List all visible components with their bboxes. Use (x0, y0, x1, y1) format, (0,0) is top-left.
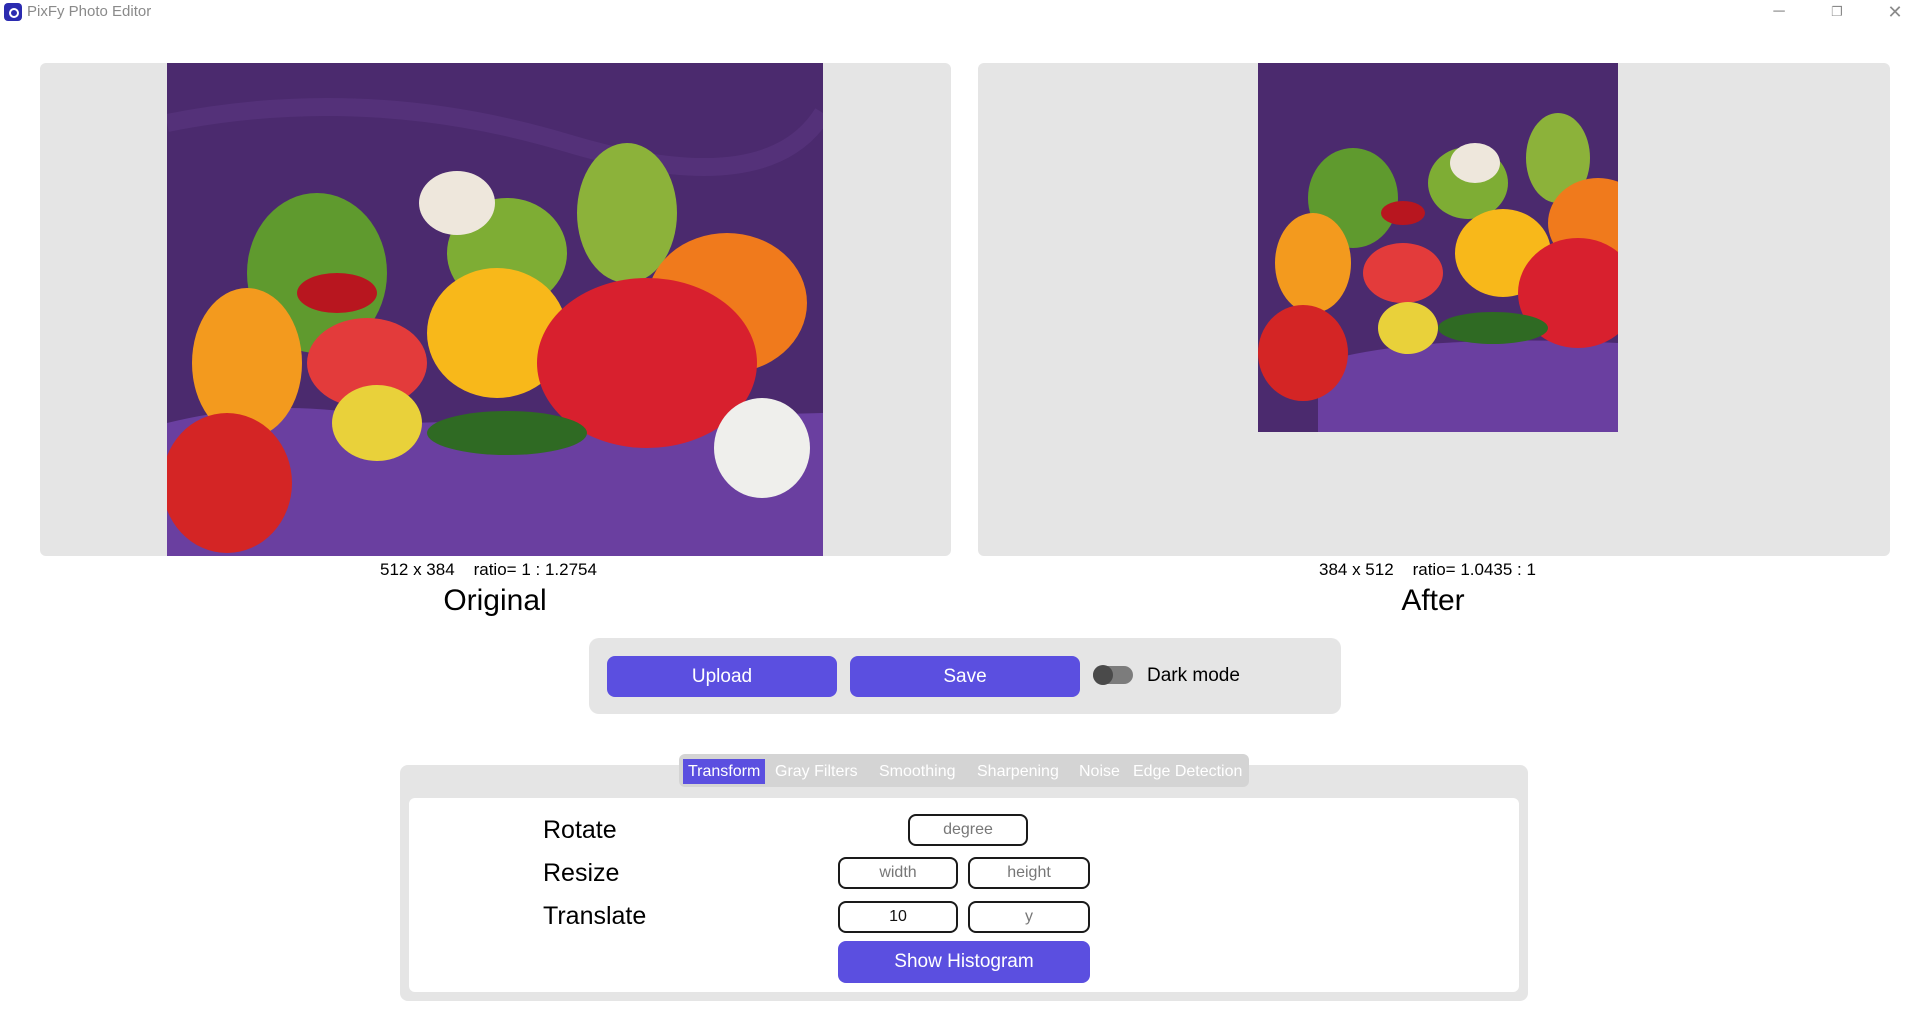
original-ratio-text: ratio= 1 : 1.2754 (473, 560, 597, 579)
dark-mode-toggle[interactable] (1093, 665, 1133, 685)
original-image-panel (40, 63, 951, 556)
tab-smoothing[interactable]: Smoothing (879, 759, 956, 784)
original-dimensions-info: 512 x 384 ratio= 1 : 1.2754 (380, 560, 597, 580)
close-button[interactable]: ✕ (1872, 0, 1918, 26)
save-button[interactable]: Save (850, 656, 1080, 697)
action-bar: Upload Save Dark mode (589, 638, 1341, 714)
tool-tabs: Transform Gray Filters Smoothing Sharpen… (679, 754, 1249, 787)
rotate-label: Rotate (543, 816, 617, 844)
upload-button[interactable]: Upload (607, 656, 837, 697)
peppers-image (167, 63, 823, 556)
translate-y-input[interactable]: y (968, 901, 1090, 933)
tab-transform[interactable]: Transform (683, 759, 766, 784)
after-size-text: 384 x 512 (1319, 560, 1394, 579)
resize-label: Resize (543, 859, 620, 887)
resize-height-input[interactable]: height (968, 857, 1090, 889)
after-dimensions-info: 384 x 512 ratio= 1.0435 : 1 (1319, 560, 1536, 580)
rotate-degree-input[interactable]: degree (908, 814, 1028, 846)
title-bar: PixFy Photo Editor ─ ❐ ✕ (0, 0, 1920, 28)
tab-gray-filters[interactable]: Gray Filters (775, 759, 858, 784)
resize-width-input[interactable]: width (838, 857, 958, 889)
dark-mode-toggle-knob (1093, 665, 1113, 685)
translate-x-input[interactable]: 10 (838, 901, 958, 933)
original-photo (167, 63, 823, 556)
show-histogram-button[interactable]: Show Histogram (838, 941, 1090, 983)
tab-sharpening[interactable]: Sharpening (977, 759, 1059, 784)
after-caption: After (1401, 584, 1465, 617)
after-photo (1258, 63, 1618, 432)
window-title: PixFy Photo Editor (27, 3, 152, 20)
after-ratio-text: ratio= 1.0435 : 1 (1412, 560, 1536, 579)
minimize-button[interactable]: ─ (1756, 0, 1802, 26)
dark-mode-label: Dark mode (1147, 665, 1240, 686)
tab-noise[interactable]: Noise (1079, 759, 1120, 784)
tab-edge-detection[interactable]: Edge Detection (1133, 759, 1242, 784)
peppers-image-transformed (1258, 63, 1618, 432)
original-caption: Original (443, 584, 547, 617)
app-logo-icon (4, 3, 22, 21)
translate-label: Translate (543, 902, 647, 930)
original-size-text: 512 x 384 (380, 560, 455, 579)
maximize-button[interactable]: ❐ (1814, 0, 1860, 26)
after-image-panel (978, 63, 1890, 556)
